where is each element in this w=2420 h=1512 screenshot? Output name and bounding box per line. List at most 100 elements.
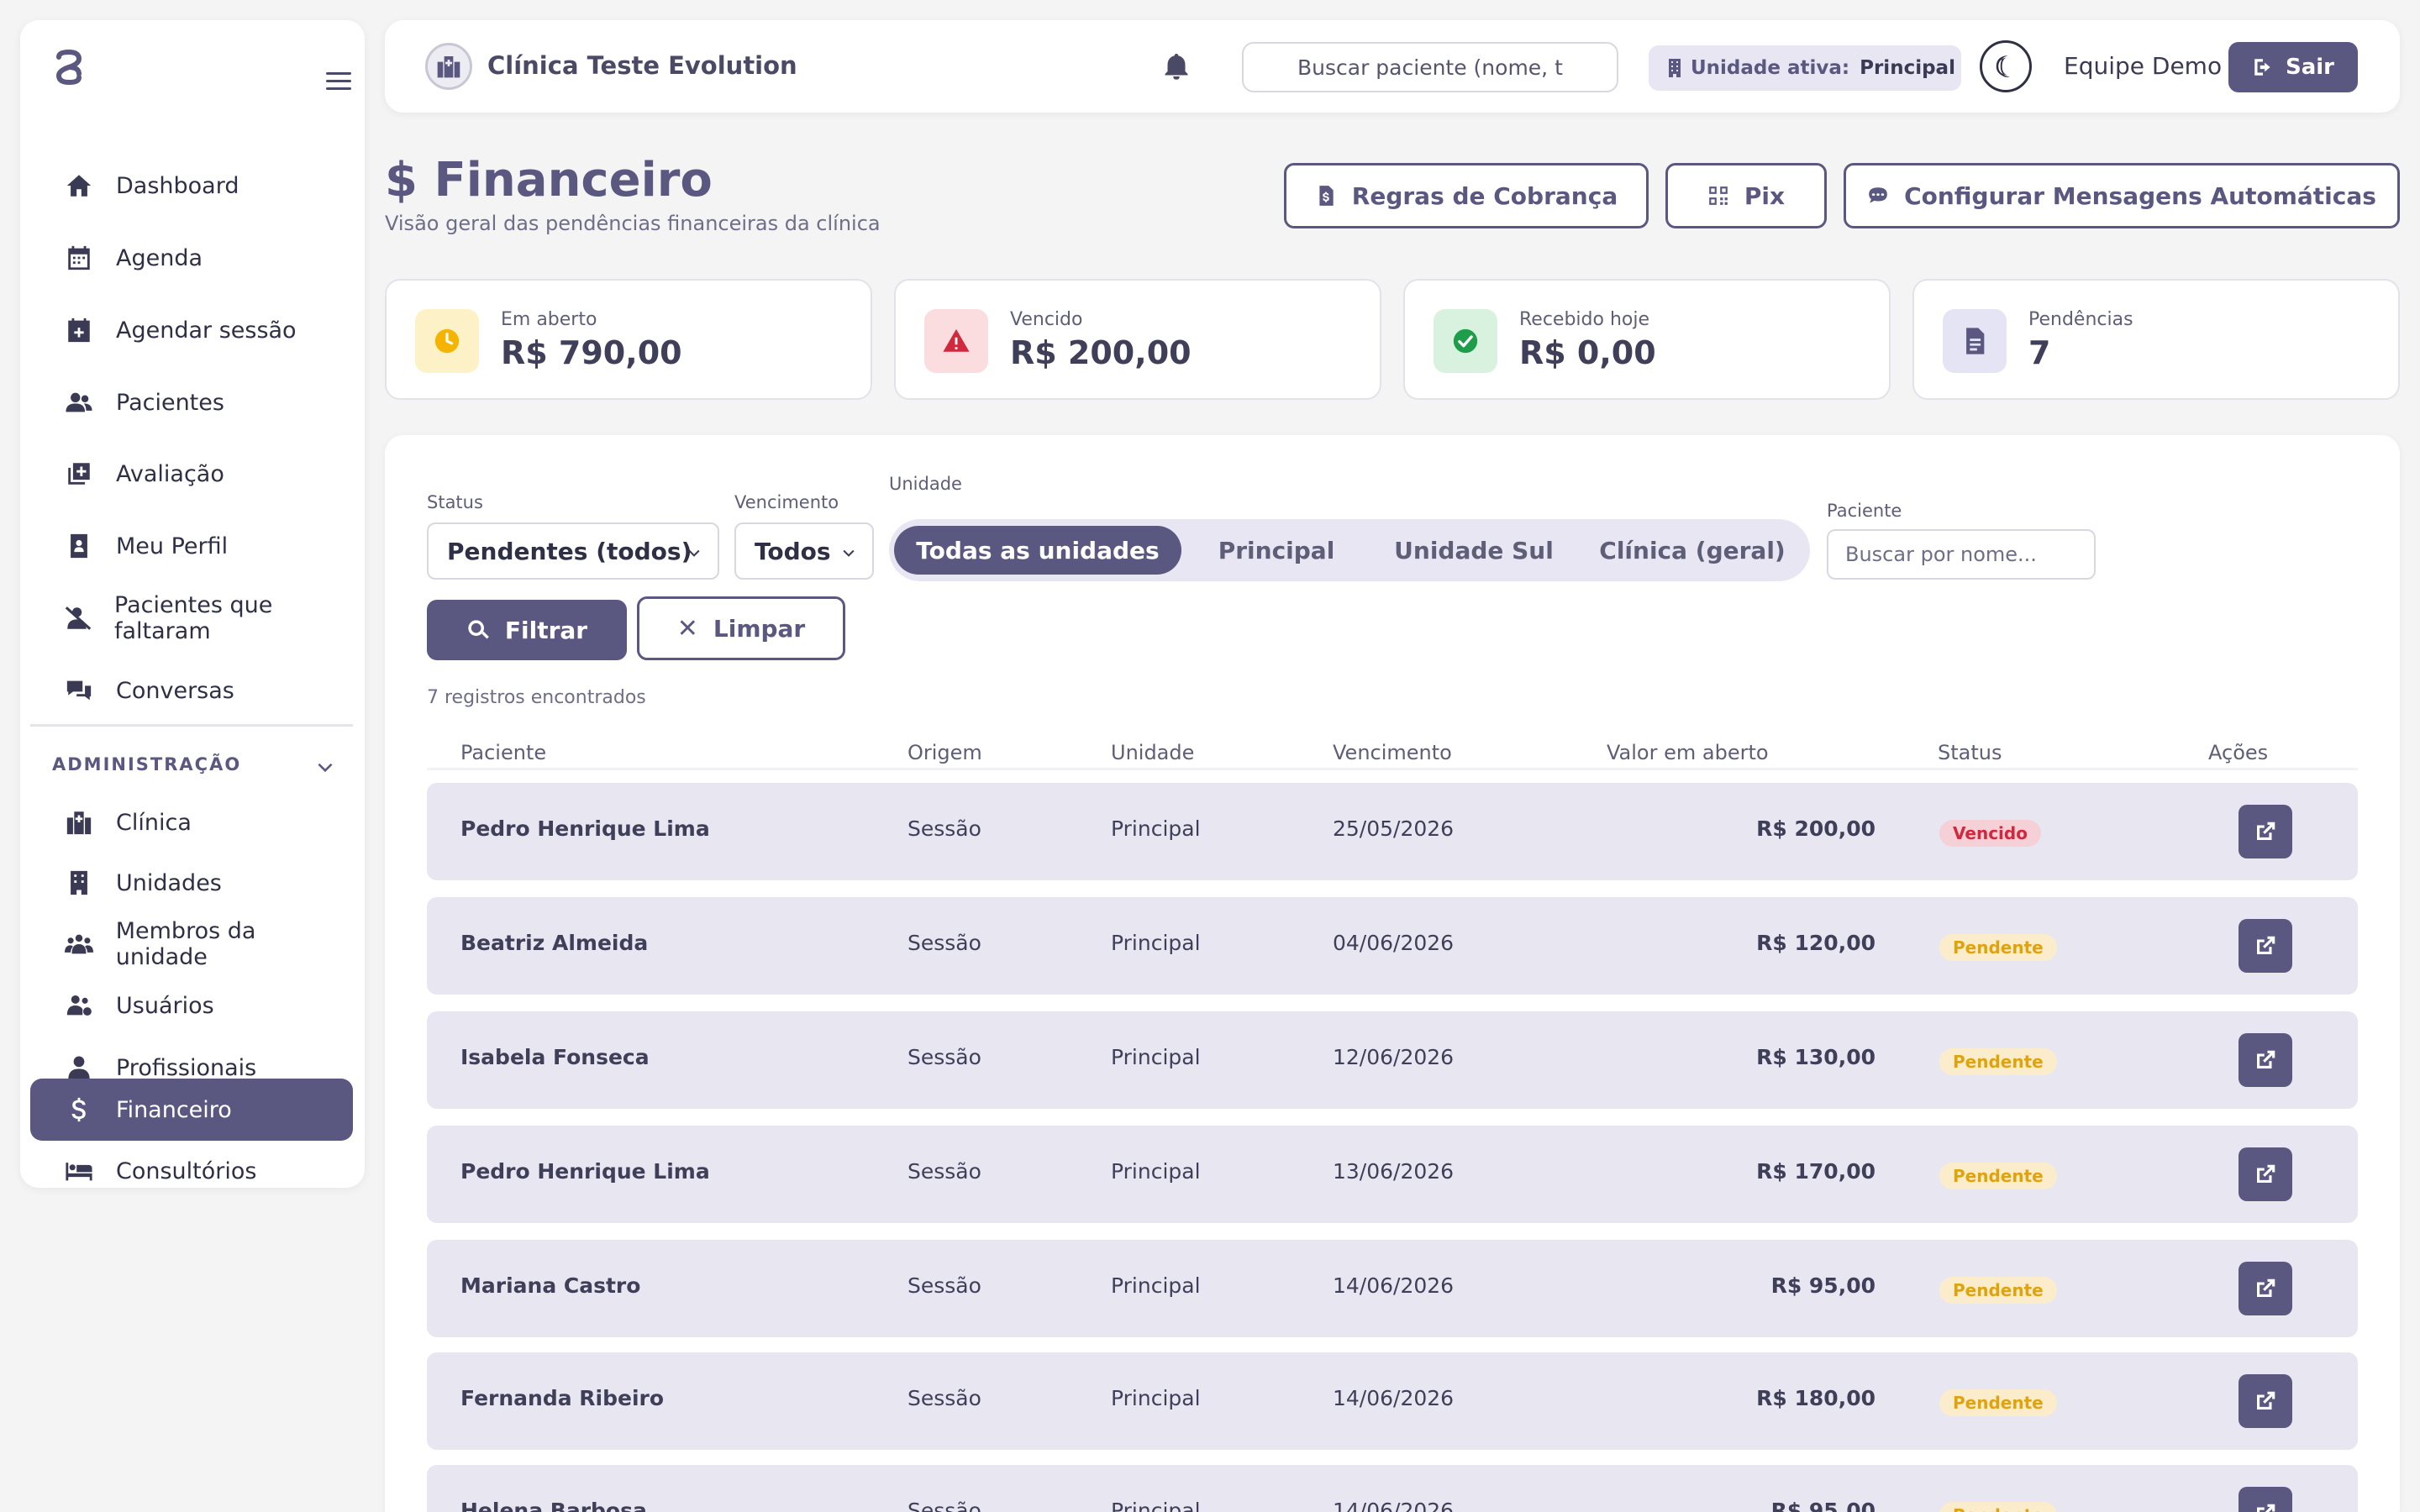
id-badge-icon [64,531,94,561]
chevron-down-icon [843,549,855,557]
status-badge: Pendente [1939,1163,2057,1189]
cell-paciente: Pedro Henrique Lima [460,1159,710,1184]
page-title: $ Financeiro [385,153,713,207]
open-record-button[interactable] [2238,919,2292,973]
sidebar-item-label: Clínica [116,809,192,836]
sidebar-item-pacientes-faltaram[interactable]: Pacientes que faltaram [30,587,353,649]
chevron-down-icon[interactable] [314,756,336,778]
cell-unidade: Principal [1111,1386,1201,1410]
sidebar-item-agenda[interactable]: Agenda [30,227,353,289]
sidebar-item-clinica[interactable]: Clínica [30,792,353,853]
unidade-option-sul[interactable]: Unidade Sul [1373,526,1575,575]
status-badge: Pendente [1939,1389,2057,1416]
sidebar-item-consultorios[interactable]: Consultórios [30,1141,353,1188]
sidebar-item-meu-perfil[interactable]: Meu Perfil [30,515,353,577]
cell-unidade: Principal [1111,1045,1201,1069]
bell-icon[interactable] [1161,50,1192,82]
sidebar-divider [30,724,353,727]
logout-label: Sair [2285,55,2334,80]
filter-label: Filtrar [504,616,588,644]
cell-origem: Sessão [908,816,981,841]
external-link-icon [2257,1278,2275,1297]
app-logo-icon[interactable] [50,49,87,86]
cell-unidade: Principal [1111,1273,1201,1298]
sidebar-section-admin[interactable]: ADMINISTRAÇÃO [52,754,241,774]
home-icon [64,171,94,201]
col-header-valor: Valor em aberto [1607,741,1769,764]
cell-vencimento: 04/06/2026 [1333,931,1455,955]
cell-paciente: Mariana Castro [460,1273,641,1298]
paciente-search-input[interactable]: Buscar por nome... [1827,529,2096,580]
external-link-icon [2257,1050,2275,1068]
patient-search-input[interactable]: Buscar paciente (nome, t [1242,42,1618,92]
status-badge: Pendente [1939,1048,2057,1075]
stat-label: Em aberto [501,309,597,330]
stat-card-em-aberto: Em aberto R$ 790,00 [385,279,872,400]
status-badge: Pendente [1939,1502,2057,1512]
sidebar-item-agendar-sessao[interactable]: Agendar sessão [30,299,353,361]
cell-vencimento: 14/06/2026 [1333,1499,1455,1512]
col-header-acoes: Ações [2208,741,2269,764]
sidebar-item-label: Pacientes [116,389,224,416]
sidebar-item-pacientes[interactable]: Pacientes [30,371,353,433]
menu-toggle-icon[interactable] [326,72,351,91]
regras-cobranca-button[interactable]: Regras de Cobrança [1284,163,1649,228]
open-record-button[interactable] [2238,805,2292,858]
cell-valor: R$ 95,00 [1770,1499,1876,1512]
sidebar-item-usuarios[interactable]: Usuários [30,975,353,1036]
open-record-button[interactable] [2238,1374,2292,1428]
sidebar-item-conversas[interactable]: Conversas [30,659,353,722]
hospital-icon [64,807,94,837]
open-record-button[interactable] [2238,1147,2292,1201]
user-name[interactable]: Equipe Demo [2064,52,2222,80]
sidebar-item-dashboard[interactable]: Dashboard [30,155,353,217]
vencimento-select[interactable]: Todos [734,522,874,580]
col-header-unidade: Unidade [1111,741,1195,764]
theme-toggle-button[interactable] [1980,40,2032,92]
external-link-icon [2257,1164,2275,1183]
sidebar-item-avaliacao[interactable]: Avaliação [30,443,353,505]
moon-icon [1996,55,2010,77]
search-icon [468,620,489,639]
cell-paciente: Fernanda Ribeiro [460,1386,665,1410]
sidebar-item-financeiro[interactable]: Financeiro [30,1079,353,1141]
sidebar-item-unidades[interactable]: Unidades [30,853,353,913]
cell-vencimento: 13/06/2026 [1333,1159,1455,1184]
logout-button[interactable]: Sair [2228,42,2358,92]
users-icon [64,387,94,417]
cell-unidade: Principal [1111,816,1201,841]
table-row: Helena Barbosa Sessão Principal 14/06/20… [427,1465,2358,1512]
unidade-option-principal[interactable]: Principal [1186,526,1366,575]
sidebar-item-membros[interactable]: Membros da unidade [30,914,353,974]
sidebar-item-label: Usuários [116,992,214,1019]
paciente-filter-label: Paciente [1827,501,1902,521]
clear-button[interactable]: ✕ Limpar [637,596,845,660]
cell-vencimento: 12/06/2026 [1333,1045,1455,1069]
configurar-mensagens-button[interactable]: Configurar Mensagens Automáticas [1844,163,2400,228]
active-unit-value: Principal [1860,57,1955,79]
external-link-icon [2257,936,2275,954]
open-record-button[interactable] [2238,1033,2292,1087]
cell-origem: Sessão [908,1159,981,1184]
status-select-value: Pendentes (todos) [447,537,692,565]
vencimento-filter-label: Vencimento [734,492,839,512]
table-row: Pedro Henrique Lima Sessão Principal 13/… [427,1126,2358,1223]
unidade-option-clinica-geral[interactable]: Clínica (geral) [1583,526,1802,575]
calendar-plus-icon [64,315,94,345]
stat-label: Vencido [1010,309,1083,330]
cell-paciente: Beatriz Almeida [460,931,649,955]
open-record-button[interactable] [2238,1487,2292,1512]
active-unit-label: Unidade ativa: [1691,57,1850,79]
status-select[interactable]: Pendentes (todos) [427,522,719,580]
stat-card-recebido-hoje: Recebido hoje R$ 0,00 [1403,279,1891,400]
page-subtitle: Visão geral das pendências financeiras d… [385,212,881,235]
filter-button[interactable]: Filtrar [427,600,627,660]
unidade-option-todas[interactable]: Todas as unidades [894,526,1181,575]
dollar-icon [64,1095,94,1125]
table-row: Isabela Fonseca Sessão Principal 12/06/2… [427,1011,2358,1109]
stat-label: Pendências [2028,309,2133,330]
active-unit-badge[interactable]: Unidade ativa: Principal [1649,45,1961,91]
open-record-button[interactable] [2238,1262,2292,1315]
pix-button[interactable]: Pix [1665,163,1827,228]
table-row: Beatriz Almeida Sessão Principal 04/06/2… [427,897,2358,995]
